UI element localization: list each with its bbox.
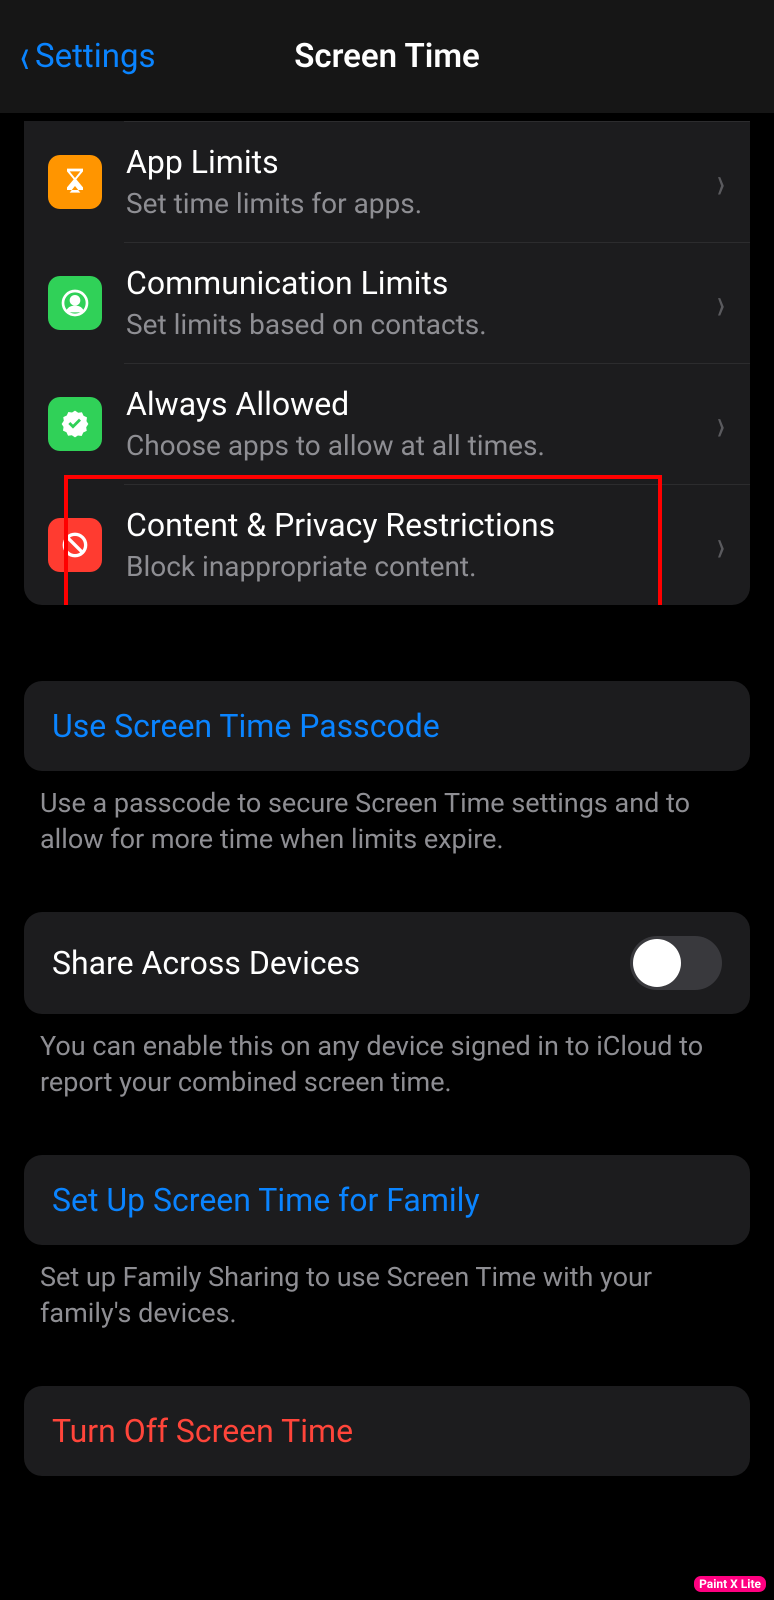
action-label: Set Up Screen Time for Family bbox=[52, 1181, 480, 1219]
row-content-privacy[interactable]: Content & Privacy Restrictions Block ina… bbox=[24, 485, 750, 605]
share-across-devices-row: Share Across Devices bbox=[24, 912, 750, 1014]
row-text: Communication Limits Set limits based on… bbox=[126, 263, 704, 343]
settings-section-limits: App Limits Set time limits for apps. › C… bbox=[24, 121, 750, 605]
chevron-right-icon: › bbox=[717, 155, 725, 208]
setup-family-button[interactable]: Set Up Screen Time for Family bbox=[24, 1155, 750, 1245]
row-subtitle: Block inappropriate content. bbox=[126, 549, 704, 585]
toggle-label: Share Across Devices bbox=[52, 944, 360, 982]
row-title: Content & Privacy Restrictions bbox=[126, 505, 704, 547]
back-button[interactable]: ‹ Settings bbox=[18, 32, 156, 81]
action-label: Use Screen Time Passcode bbox=[52, 707, 440, 745]
chevron-right-icon: › bbox=[717, 276, 725, 329]
person-circle-icon bbox=[48, 276, 102, 330]
spacer bbox=[0, 1332, 774, 1386]
toggle-knob bbox=[633, 939, 681, 987]
footer-share: You can enable this on any device signed… bbox=[0, 1014, 774, 1101]
back-label: Settings bbox=[35, 37, 156, 76]
section-family: Set Up Screen Time for Family bbox=[24, 1155, 750, 1245]
checkmark-seal-icon bbox=[48, 397, 102, 451]
row-app-limits[interactable]: App Limits Set time limits for apps. › bbox=[24, 122, 750, 242]
row-title: App Limits bbox=[126, 142, 704, 184]
row-text: App Limits Set time limits for apps. bbox=[126, 142, 704, 222]
spacer bbox=[0, 605, 774, 681]
row-title: Communication Limits bbox=[126, 263, 704, 305]
footer-family: Set up Family Sharing to use Screen Time… bbox=[0, 1245, 774, 1332]
row-subtitle: Set limits based on contacts. bbox=[126, 307, 704, 343]
chevron-left-icon: ‹ bbox=[20, 27, 29, 86]
row-title: Always Allowed bbox=[126, 384, 704, 426]
turn-off-button[interactable]: Turn Off Screen Time bbox=[24, 1386, 750, 1476]
section-passcode: Use Screen Time Passcode bbox=[24, 681, 750, 771]
row-text: Always Allowed Choose apps to allow at a… bbox=[126, 384, 704, 464]
footer-passcode: Use a passcode to secure Screen Time set… bbox=[0, 771, 774, 858]
row-subtitle: Set time limits for apps. bbox=[126, 186, 704, 222]
spacer bbox=[0, 1101, 774, 1155]
section-turnoff: Turn Off Screen Time bbox=[24, 1386, 750, 1476]
row-subtitle: Choose apps to allow at all times. bbox=[126, 428, 704, 464]
chevron-right-icon: › bbox=[717, 518, 725, 571]
action-label: Turn Off Screen Time bbox=[52, 1412, 353, 1450]
navigation-bar: ‹ Settings Screen Time bbox=[0, 0, 774, 113]
chevron-right-icon: › bbox=[717, 397, 725, 450]
row-text: Content & Privacy Restrictions Block ina… bbox=[126, 505, 704, 585]
row-communication-limits[interactable]: Communication Limits Set limits based on… bbox=[24, 243, 750, 363]
spacer bbox=[0, 858, 774, 912]
row-always-allowed[interactable]: Always Allowed Choose apps to allow at a… bbox=[24, 364, 750, 484]
page-title: Screen Time bbox=[294, 37, 480, 76]
share-toggle[interactable] bbox=[630, 936, 722, 990]
hourglass-icon bbox=[48, 155, 102, 209]
no-entry-icon bbox=[48, 518, 102, 572]
section-share: Share Across Devices bbox=[24, 912, 750, 1014]
use-passcode-button[interactable]: Use Screen Time Passcode bbox=[24, 681, 750, 771]
watermark-badge: Paint X Lite bbox=[694, 1576, 766, 1592]
